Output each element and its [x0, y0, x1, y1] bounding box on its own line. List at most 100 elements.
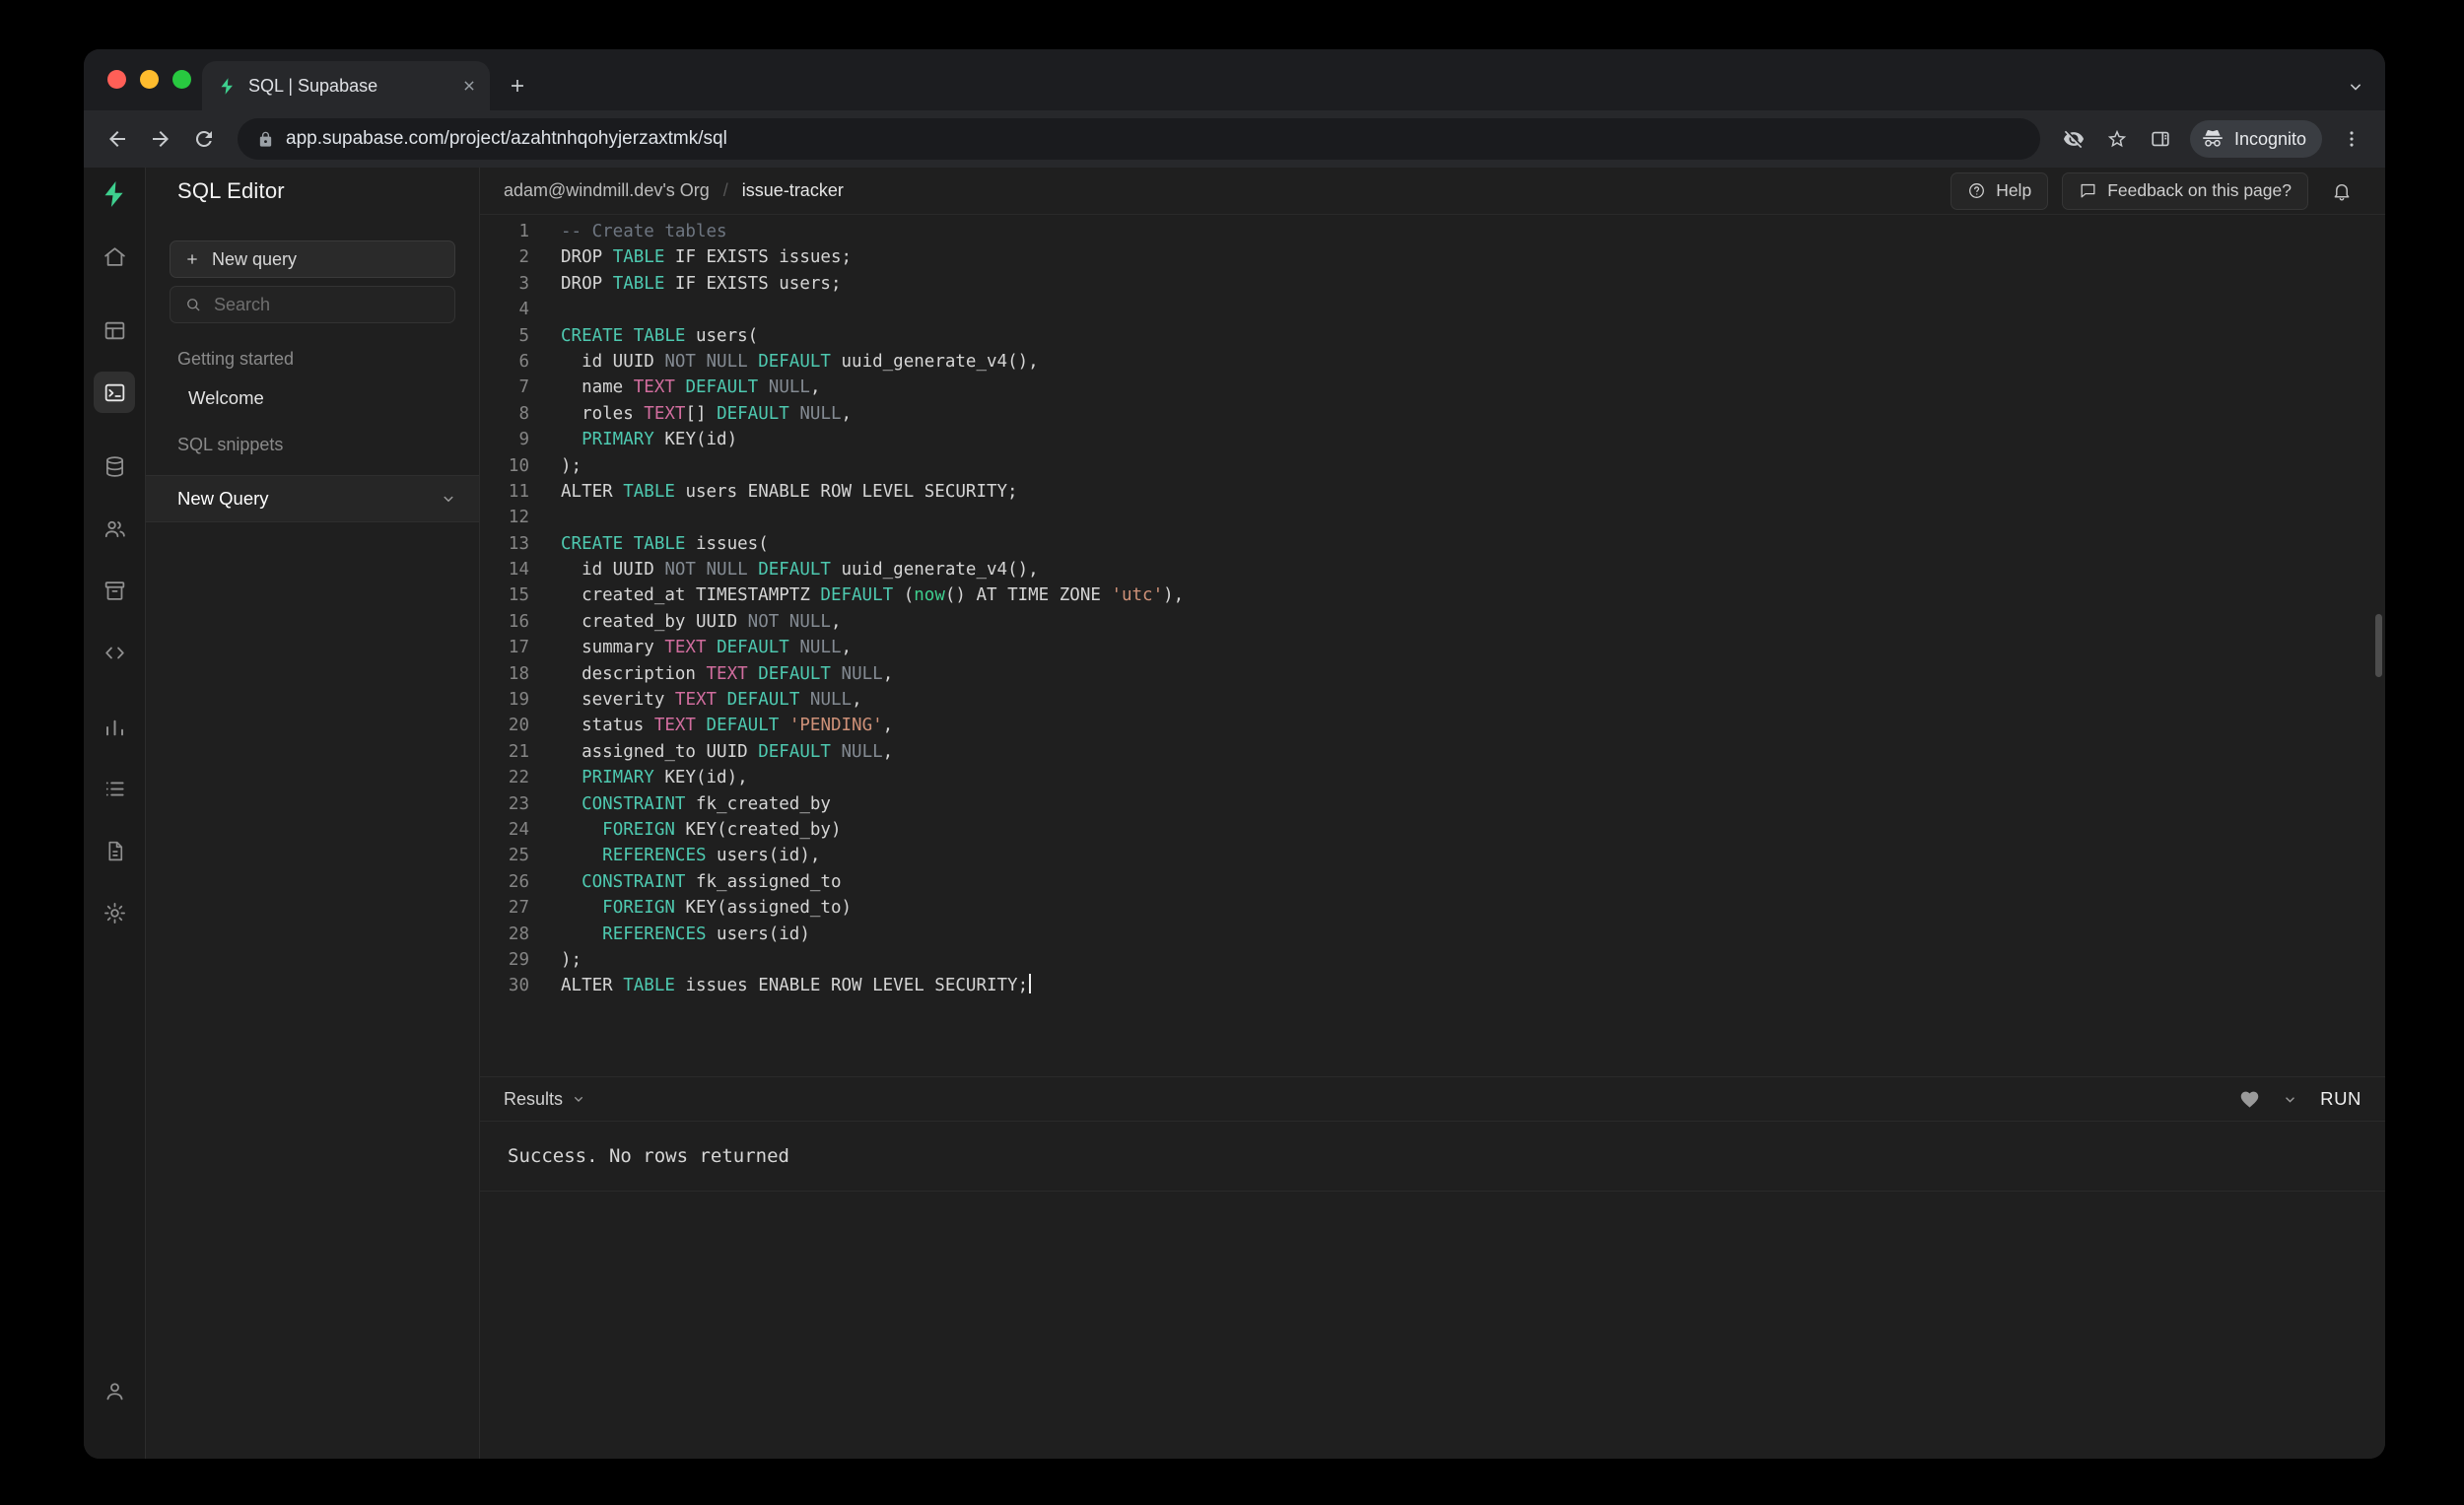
code-line[interactable]: 9 PRIMARY KEY(id): [480, 427, 2385, 452]
heart-icon: [2239, 1089, 2260, 1110]
eye-off-button[interactable]: [2054, 119, 2093, 159]
users-icon: [103, 516, 127, 541]
code-line[interactable]: 7 name TEXT DEFAULT NULL,: [480, 375, 2385, 400]
code-line[interactable]: 2DROP TABLE IF EXISTS issues;: [480, 244, 2385, 270]
code-editor[interactable]: 1-- Create tables2DROP TABLE IF EXISTS i…: [480, 215, 2385, 1076]
code-line[interactable]: 13CREATE TABLE issues(: [480, 531, 2385, 557]
line-number: 23: [480, 791, 529, 817]
star-icon: [2106, 128, 2128, 150]
code-line[interactable]: 21 assigned_to UUID DEFAULT NULL,: [480, 739, 2385, 765]
tab-search-button[interactable]: [2346, 77, 2365, 97]
new-tab-button[interactable]: [498, 66, 537, 105]
side-panel-button[interactable]: [2141, 119, 2180, 159]
bookmark-button[interactable]: [2097, 119, 2137, 159]
sidebar-item-new-query[interactable]: New Query: [146, 475, 479, 522]
run-button[interactable]: RUN: [2320, 1088, 2361, 1110]
rail-item-api[interactable]: [94, 632, 135, 673]
supabase-logo[interactable]: [94, 173, 135, 215]
code-line[interactable]: 5CREATE TABLE users(: [480, 323, 2385, 349]
close-tab-button[interactable]: [460, 77, 478, 95]
minimize-window-button[interactable]: [140, 70, 159, 89]
results-actions: RUN: [2239, 1088, 2361, 1110]
favorite-button[interactable]: [2239, 1089, 2260, 1110]
code-line[interactable]: 8 roles TEXT[] DEFAULT NULL,: [480, 401, 2385, 427]
rail-item-reports[interactable]: [94, 706, 135, 747]
rail-item-docs[interactable]: [94, 830, 135, 871]
line-number: 25: [480, 843, 529, 868]
feedback-button-label: Feedback on this page?: [2107, 180, 2292, 201]
incognito-badge[interactable]: Incognito: [2190, 120, 2322, 158]
code-line[interactable]: 11ALTER TABLE users ENABLE ROW LEVEL SEC…: [480, 479, 2385, 505]
code-line[interactable]: 6 id UUID NOT NULL DEFAULT uuid_generate…: [480, 349, 2385, 375]
code-line[interactable]: 29);: [480, 947, 2385, 973]
code-line[interactable]: 25 REFERENCES users(id),: [480, 843, 2385, 868]
rail-item-table-editor[interactable]: [94, 309, 135, 351]
notifications-button[interactable]: [2322, 171, 2361, 211]
forward-button[interactable]: [141, 119, 180, 159]
line-number: 4: [480, 297, 529, 322]
run-options-button[interactable]: [2282, 1091, 2298, 1108]
code-line[interactable]: 28 REFERENCES users(id): [480, 922, 2385, 947]
line-number: 24: [480, 817, 529, 843]
code-line[interactable]: 15 created_at TIMESTAMPTZ DEFAULT (now()…: [480, 582, 2385, 608]
feedback-button[interactable]: Feedback on this page?: [2062, 172, 2308, 210]
rail-item-logs[interactable]: [94, 768, 135, 809]
new-query-button[interactable]: New query: [170, 240, 455, 278]
code-line[interactable]: 16 created_by UUID NOT NULL,: [480, 609, 2385, 635]
address-bar[interactable]: app.supabase.com/project/azahtnhqohyjerz…: [238, 118, 2040, 160]
code-line[interactable]: 30ALTER TABLE issues ENABLE ROW LEVEL SE…: [480, 973, 2385, 998]
code-line[interactable]: 14 id UUID NOT NULL DEFAULT uuid_generat…: [480, 557, 2385, 582]
search-icon: [184, 296, 202, 313]
code-line[interactable]: 20 status TEXT DEFAULT 'PENDING',: [480, 713, 2385, 738]
close-window-button[interactable]: [107, 70, 126, 89]
chevron-down-icon: [571, 1091, 586, 1107]
url-text: app.supabase.com/project/azahtnhqohyjerz…: [286, 128, 727, 150]
back-button[interactable]: [98, 119, 137, 159]
reload-button[interactable]: [184, 119, 224, 159]
code-lines: 1-- Create tables2DROP TABLE IF EXISTS i…: [480, 219, 2385, 999]
rail-item-sql-editor[interactable]: [94, 372, 135, 413]
code-line[interactable]: 19 severity TEXT DEFAULT NULL,: [480, 687, 2385, 713]
code-line[interactable]: 1-- Create tables: [480, 219, 2385, 244]
browser-menu-button[interactable]: [2332, 119, 2371, 159]
code-line[interactable]: 3DROP TABLE IF EXISTS users;: [480, 271, 2385, 297]
breadcrumb-project[interactable]: issue-tracker: [742, 180, 844, 201]
supabase-bolt-icon: [100, 179, 129, 209]
section-label-sql-snippets: SQL snippets: [177, 435, 479, 455]
browser-tab[interactable]: SQL | Supabase: [202, 61, 490, 110]
code-line[interactable]: 23 CONSTRAINT fk_created_by: [480, 791, 2385, 817]
plus-icon: [507, 75, 528, 97]
code-line[interactable]: 18 description TEXT DEFAULT NULL,: [480, 661, 2385, 687]
list-icon: [103, 777, 127, 801]
code-line[interactable]: 24 FOREIGN KEY(created_by): [480, 817, 2385, 843]
results-toggle[interactable]: Results: [504, 1089, 586, 1110]
rail-item-auth[interactable]: [94, 508, 135, 549]
zoom-window-button[interactable]: [172, 70, 191, 89]
header-actions: Help Feedback on this page?: [1951, 171, 2361, 211]
results-empty-area: [480, 1192, 2385, 1459]
main-header: adam@windmill.dev's Org / issue-tracker …: [480, 168, 2385, 215]
code-line[interactable]: 26 CONSTRAINT fk_assigned_to: [480, 869, 2385, 895]
help-button[interactable]: Help: [1951, 172, 2048, 210]
line-number: 13: [480, 531, 529, 557]
code-line[interactable]: 4: [480, 297, 2385, 322]
line-number: 14: [480, 557, 529, 582]
breadcrumb-org[interactable]: adam@windmill.dev's Org: [504, 180, 710, 201]
rail-item-account[interactable]: [94, 1370, 135, 1411]
rail-item-storage[interactable]: [94, 570, 135, 611]
rail-item-database[interactable]: [94, 445, 135, 487]
rail-item-settings[interactable]: [94, 892, 135, 933]
editor-scrollbar-thumb[interactable]: [2375, 614, 2382, 677]
code-line[interactable]: 12: [480, 505, 2385, 530]
line-number: 19: [480, 687, 529, 713]
line-number: 18: [480, 661, 529, 687]
breadcrumb-separator: /: [723, 180, 728, 201]
code-line[interactable]: 22 PRIMARY KEY(id),: [480, 765, 2385, 790]
code-line[interactable]: 10);: [480, 453, 2385, 479]
code-line[interactable]: 27 FOREIGN KEY(assigned_to): [480, 895, 2385, 921]
line-number: 7: [480, 375, 529, 400]
rail-item-home[interactable]: [94, 236, 135, 277]
search-input[interactable]: Search: [170, 286, 455, 323]
code-line[interactable]: 17 summary TEXT DEFAULT NULL,: [480, 635, 2385, 660]
sidebar-item-welcome[interactable]: Welcome: [188, 387, 479, 409]
